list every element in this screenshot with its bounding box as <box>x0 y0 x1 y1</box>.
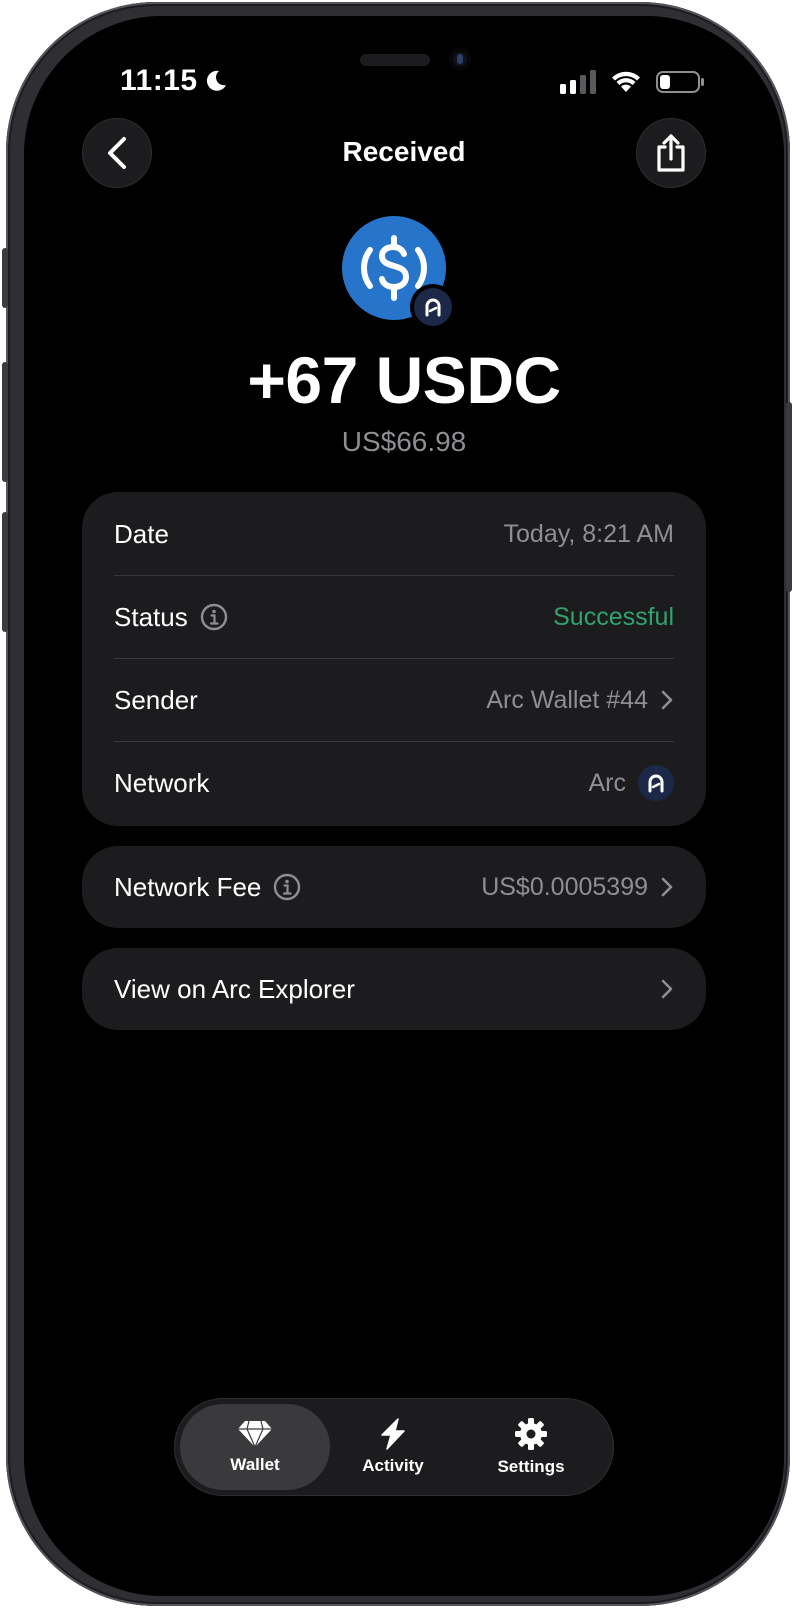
status-time: 11:15 <box>120 64 228 98</box>
tab-bar: Wallet Activity Settings <box>174 1398 614 1496</box>
status-time-text: 11:15 <box>120 64 198 97</box>
gem-icon <box>238 1420 272 1449</box>
tab-settings[interactable]: Settings <box>456 1404 606 1490</box>
view-explorer-row[interactable]: View on Arc Explorer <box>114 947 674 1031</box>
gear-icon <box>515 1418 547 1450</box>
date-row: Date Today, 8:21 AM <box>114 492 674 576</box>
earpiece-speaker <box>360 54 430 66</box>
view-explorer-label: View on Arc Explorer <box>114 973 355 1004</box>
network-value-group: Arc <box>588 765 674 801</box>
fiat-value: US$66.98 <box>341 426 467 457</box>
action-button <box>2 248 8 308</box>
network-fee-value: US$0.0005399 <box>481 872 648 901</box>
tab-wallet-label: Wallet <box>230 1455 280 1474</box>
status-row: Status Successful <box>114 575 674 659</box>
network-label: Network <box>114 767 210 798</box>
view-explorer-button[interactable]: View on Arc Explorer <box>82 948 706 1030</box>
front-camera <box>449 48 471 70</box>
moon-icon <box>206 70 226 91</box>
chevron-right-icon <box>661 877 673 897</box>
tab-settings-label: Settings <box>497 1457 565 1476</box>
arc-logo-icon <box>425 298 441 317</box>
battery-icon <box>656 71 704 93</box>
sender-row[interactable]: Sender Arc Wallet #44 <box>114 658 674 742</box>
info-icon[interactable] <box>200 603 228 631</box>
network-fee-label-group: Network Fee <box>114 872 301 903</box>
tab-wallet[interactable]: Wallet <box>180 1404 330 1490</box>
status-label: Status <box>114 601 188 632</box>
status-label-group: Status <box>114 602 228 633</box>
network-fee-card[interactable]: Network Fee US$0.0005399 <box>82 846 706 928</box>
network-value: Arc <box>588 768 627 797</box>
chevron-right-icon <box>661 979 673 999</box>
status-indicators <box>560 70 706 94</box>
wifi-icon <box>612 71 640 92</box>
date-value: Today, 8:21 AM <box>503 519 674 548</box>
network-fee-row[interactable]: Network Fee US$0.0005399 <box>114 845 674 929</box>
tab-activity-label: Activity <box>362 1456 424 1475</box>
arc-network-badge <box>638 765 674 801</box>
status-value: Successful <box>553 602 674 631</box>
volume-up-button <box>2 362 8 482</box>
page-title: Received <box>342 136 466 167</box>
cellular-signal-icon <box>560 70 596 94</box>
share-icon <box>657 134 685 172</box>
back-button[interactable] <box>82 118 152 188</box>
chevron-right-icon <box>661 690 673 710</box>
network-row: Network Arc <box>114 741 674 825</box>
tab-activity[interactable]: Activity <box>318 1404 468 1490</box>
sender-value: Arc Wallet #44 <box>486 685 648 714</box>
sender-value-group: Arc Wallet #44 <box>486 686 674 715</box>
phone-frame: 11:15 Received +67 USDC US$66.98 Date To… <box>2 2 792 1606</box>
date-label: Date <box>114 518 169 549</box>
arc-logo-icon <box>648 774 664 793</box>
screen: 11:15 Received +67 USDC US$66.98 Date To… <box>24 16 784 1596</box>
details-card: Date Today, 8:21 AM Status Successful Se… <box>82 492 706 826</box>
arc-network-badge <box>414 288 452 326</box>
share-button[interactable] <box>636 118 706 188</box>
info-icon[interactable] <box>273 873 301 901</box>
sender-label: Sender <box>114 684 198 715</box>
network-fee-value-group: US$0.0005399 <box>481 873 674 902</box>
volume-down-button <box>2 512 8 632</box>
transaction-amount: +67 USDC <box>247 343 561 417</box>
bolt-icon <box>381 1418 405 1450</box>
chevron-left-icon <box>108 137 126 169</box>
power-button <box>786 402 792 592</box>
network-fee-label: Network Fee <box>114 871 262 902</box>
